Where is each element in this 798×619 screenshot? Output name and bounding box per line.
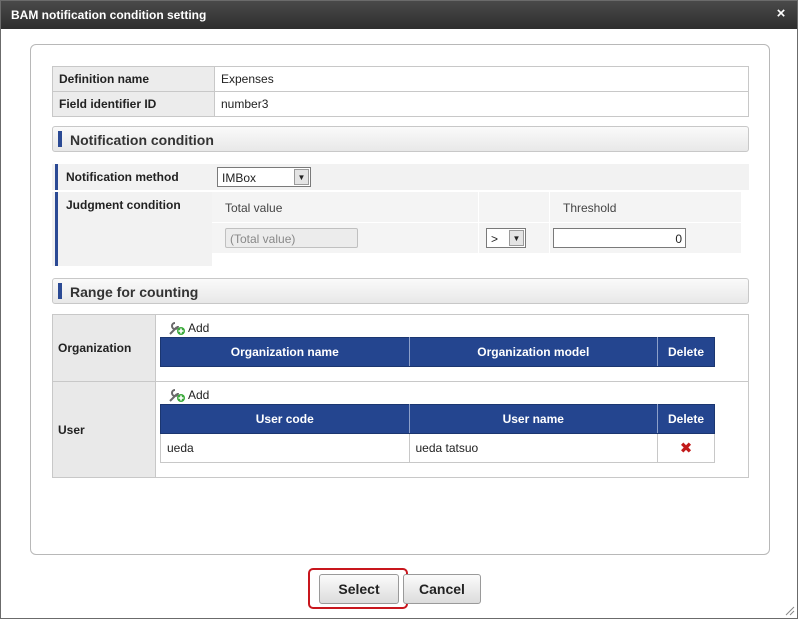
chevron-down-icon: ▼ bbox=[509, 230, 524, 246]
notification-method-label: Notification method bbox=[55, 164, 209, 190]
definition-info-table: Definition name Expenses Field identifie… bbox=[52, 66, 749, 117]
organization-grid-header: Organization name Organization model Del… bbox=[160, 337, 715, 367]
section-marker bbox=[58, 283, 62, 299]
close-icon[interactable]: × bbox=[773, 6, 789, 22]
organization-range-row: Organization Add Organization name Organ… bbox=[52, 314, 749, 382]
field-id-label: Field identifier ID bbox=[52, 91, 215, 117]
user-label: User bbox=[52, 381, 156, 478]
user-code-cell: ueda bbox=[160, 433, 410, 463]
threshold-input[interactable]: 0 bbox=[553, 228, 686, 248]
delete-icon[interactable]: ✖ bbox=[664, 439, 708, 457]
range-table: Organization Add Organization name Organ… bbox=[52, 314, 749, 478]
operator-select[interactable]: > ▼ bbox=[486, 228, 526, 248]
section-marker bbox=[58, 131, 62, 147]
cancel-button[interactable]: Cancel bbox=[403, 574, 481, 604]
user-delete-column: Delete bbox=[657, 404, 715, 434]
notification-method-select[interactable]: IMBox ▼ bbox=[217, 167, 311, 187]
resize-grip-icon[interactable] bbox=[783, 604, 795, 616]
add-organization-label: Add bbox=[188, 321, 210, 335]
operator-value: > bbox=[491, 232, 499, 246]
range-for-counting-title: Range for counting bbox=[70, 284, 199, 300]
range-for-counting-header: Range for counting bbox=[52, 278, 749, 304]
user-code-column[interactable]: User code bbox=[160, 404, 410, 434]
judgment-condition-grid: Total value Threshold (Total value) > ▼ … bbox=[212, 192, 749, 266]
organization-label: Organization bbox=[52, 314, 156, 382]
operator-cell: > ▼ bbox=[479, 223, 549, 253]
threshold-cell: 0 bbox=[550, 223, 741, 253]
dialog-window: BAM notification condition setting × Def… bbox=[0, 0, 798, 619]
wrench-add-icon bbox=[169, 389, 185, 402]
total-value-input[interactable]: (Total value) bbox=[225, 228, 358, 248]
notification-condition-header: Notification condition bbox=[52, 126, 749, 152]
user-grid: User code User name Delete ueda ueda tat… bbox=[160, 404, 715, 463]
organization-name-column[interactable]: Organization name bbox=[160, 337, 410, 367]
field-id-row: Field identifier ID number3 bbox=[52, 91, 749, 117]
organization-model-column[interactable]: Organization model bbox=[408, 337, 659, 367]
organization-grid: Organization name Organization model Del… bbox=[160, 337, 715, 367]
definition-name-label: Definition name bbox=[52, 66, 215, 92]
organization-content: Add Organization name Organization model… bbox=[155, 314, 749, 382]
total-value-header: Total value bbox=[212, 192, 478, 222]
organization-delete-column: Delete bbox=[657, 337, 715, 367]
judgment-condition-label: Judgment condition bbox=[55, 192, 209, 266]
chevron-down-icon: ▼ bbox=[294, 169, 309, 185]
notification-method-value: IMBox bbox=[222, 171, 257, 185]
add-user-label: Add bbox=[188, 388, 210, 402]
operator-header bbox=[479, 192, 549, 222]
notification-condition-title: Notification condition bbox=[70, 132, 214, 148]
total-value-cell: (Total value) bbox=[212, 223, 478, 253]
threshold-header: Threshold bbox=[550, 192, 741, 222]
user-grid-header: User code User name Delete bbox=[160, 404, 715, 434]
definition-name-row: Definition name Expenses bbox=[52, 66, 749, 92]
settings-panel: Definition name Expenses Field identifie… bbox=[30, 44, 770, 555]
table-row: ueda ueda tatsuo ✖ bbox=[160, 433, 715, 463]
select-button[interactable]: Select bbox=[319, 574, 399, 604]
user-name-cell: ueda tatsuo bbox=[408, 433, 659, 463]
delete-cell: ✖ bbox=[657, 433, 715, 463]
judgment-condition-row: Judgment condition Total value Threshold… bbox=[52, 192, 749, 266]
user-content: Add User code User name Delete ueda ueda… bbox=[155, 381, 749, 478]
dialog-titlebar[interactable]: BAM notification condition setting × bbox=[1, 1, 797, 29]
notification-method-row: Notification method IMBox ▼ bbox=[52, 164, 749, 190]
user-range-row: User Add User code User name Delete ueda… bbox=[52, 381, 749, 478]
definition-name-value: Expenses bbox=[214, 66, 749, 92]
wrench-add-icon bbox=[169, 322, 185, 335]
field-id-value: number3 bbox=[214, 91, 749, 117]
dialog-title: BAM notification condition setting bbox=[11, 8, 207, 22]
user-name-column[interactable]: User name bbox=[408, 404, 659, 434]
